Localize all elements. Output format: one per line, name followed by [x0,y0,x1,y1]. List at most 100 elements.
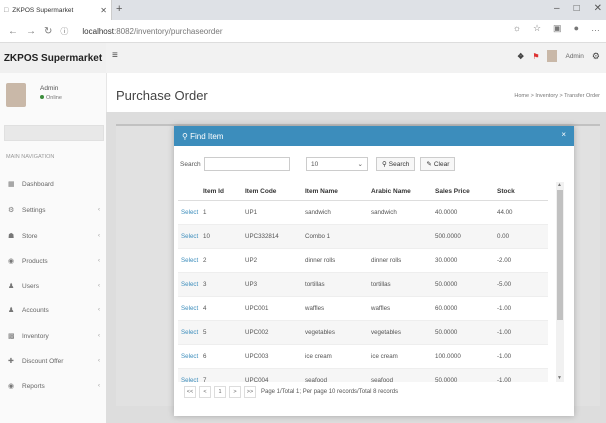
select-link[interactable]: Select [178,272,200,297]
notification-icon[interactable]: ❖ [517,52,524,61]
sidebar-item-label: Inventory [22,332,49,340]
online-status: Online [40,95,62,101]
page-title: Purchase Order [116,88,208,103]
cell-sales-price: 500.0000 [432,224,494,249]
page-size-select[interactable]: 10 ⌄ [306,157,368,171]
chevron-left-icon: ‹ [98,233,100,239]
table-header-row: Item Id Item Code Item Name Arabic Name … [178,182,548,201]
chevron-down-icon: ⌄ [357,161,363,168]
browser-toolbar-icons: ☼ ☆ ▣ ● … [513,23,600,34]
cell-item-code: UPC001 [242,296,302,321]
sidebar-item-dashboard[interactable]: ▦ Dashboard [8,180,100,189]
table-row: Select 2 UP2 dinner rolls dinner rolls 30.000… [178,248,548,273]
collections-icon[interactable]: ▣ [553,23,562,34]
select-link[interactable]: Select [178,368,200,382]
sidebar-item-store[interactable]: ☗ Store ‹ [8,232,100,241]
reload-icon[interactable]: ↻ [44,26,52,37]
col-header-arabic-name: Arabic Name [368,182,432,201]
more-icon[interactable]: … [591,23,600,34]
modal-header: ⚲ Find Item × [174,126,574,146]
scroll-down-icon[interactable]: ▼ [557,375,562,381]
sidebar-item-label: Users [22,282,39,290]
info-icon[interactable]: ⓘ [60,26,68,37]
sidebar-search-input[interactable] [4,125,104,141]
col-header-sales-price: Sales Price [432,182,494,201]
select-link[interactable]: Select [178,320,200,345]
app-logo[interactable]: ZKPOS Supermarket [0,43,106,73]
sidebar-item-label: Settings [22,206,46,214]
cell-sales-price: 50.0000 [432,320,494,345]
select-link[interactable]: Select [178,344,200,369]
chevron-left-icon: ‹ [98,307,100,313]
cell-arabic-name: dinner rolls [368,248,432,273]
first-page-button[interactable]: << [184,386,196,398]
back-icon[interactable]: ← [8,26,18,37]
table-row: Select 5 UPC002 vegetables vegetables 50.0000… [178,320,548,345]
sidebar-item-label: Store [22,232,38,240]
chevron-left-icon: ‹ [98,258,100,264]
close-icon[interactable]: × [561,130,566,139]
url-field[interactable]: localhost:8082/inventory/purchaseorder [82,27,222,36]
sidebar-item-accounts[interactable]: ♟ Accounts ‹ [8,306,100,315]
scrollbar-thumb[interactable] [557,190,563,320]
browser-tab[interactable]: □ ZKPOS Supermarket ✕ [0,0,112,20]
prev-page-button[interactable]: < [199,386,211,398]
cell-item-code: UPC004 [242,368,302,382]
scroll-up-icon[interactable]: ▲ [557,182,562,188]
cell-item-name: ice cream [302,344,368,369]
tab-title: ZKPOS Supermarket [12,6,74,14]
forward-icon[interactable]: → [26,26,36,37]
items-table: Item Id Item Code Item Name Arabic Name … [178,182,548,382]
select-link[interactable]: Select [178,296,200,321]
cell-item-id: 6 [200,344,242,369]
sidebar-item-discount-offer[interactable]: ✚ Discount Offer ‹ [8,357,100,366]
cell-sales-price: 40.0000 [432,200,494,225]
clear-button[interactable]: ✎ Clear [420,157,456,171]
close-window-icon[interactable]: ✕ [594,3,602,14]
profile-icon[interactable]: ● [574,23,579,34]
search-input[interactable] [204,157,290,171]
items-table-wrap: Item Id Item Code Item Name Arabic Name … [178,182,556,382]
sidebar-item-label: Dashboard [22,180,54,188]
table-row: Select 1 UP1 sandwich sandwich 40.0000 44.00 [178,200,548,225]
cell-arabic-name: seafood [368,368,432,382]
select-link[interactable]: Select [178,200,200,225]
last-page-button[interactable]: >> [244,386,256,398]
cell-sales-price: 50.0000 [432,368,494,382]
reports-icon: ◉ [8,383,15,390]
search-button[interactable]: ⚲ Search [376,157,416,171]
header-avatar[interactable] [547,50,558,62]
cell-sales-price: 60.0000 [432,296,494,321]
sidebar-item-users[interactable]: ♟ Users ‹ [8,282,100,291]
favorite-icon[interactable]: ☆ [533,23,541,34]
clear-button-label: Clear [433,160,450,168]
sidebar-item-inventory[interactable]: ▩ Inventory ‹ [8,332,100,341]
sidebar-item-products[interactable]: ◉ Products ‹ [8,257,100,266]
table-row: Select 3 UP3 tortillas tortillas 50.0000 -5.00 [178,272,548,297]
flag-icon[interactable]: ⚑ [532,52,539,61]
dashboard-icon: ▦ [8,181,15,188]
sidebar-item-label: Discount Offer [22,357,64,365]
select-link[interactable]: Select [178,248,200,273]
cell-item-id: 1 [200,200,242,225]
cell-item-id: 2 [200,248,242,273]
reader-icon[interactable]: ☼ [513,23,521,34]
settings-icon[interactable]: ⚙ [592,51,600,62]
col-header-action [178,182,200,201]
cell-sales-price: 30.0000 [432,248,494,273]
next-page-button[interactable]: > [229,386,241,398]
menu-toggle-icon[interactable]: ≡ [112,50,118,61]
page-number-button[interactable]: 1 [214,386,226,398]
minimize-icon[interactable]: – [554,3,560,14]
close-icon[interactable]: ✕ [100,6,107,15]
sidebar-item-reports[interactable]: ◉ Reports ‹ [8,382,100,391]
new-tab-button[interactable]: + [116,3,122,15]
cell-stock: -5.00 [494,272,548,297]
select-link[interactable]: Select [178,224,200,249]
cell-arabic-name: vegetables [368,320,432,345]
sidebar-item-settings[interactable]: ⚙ Settings ‹ [8,206,100,215]
cell-item-id: 4 [200,296,242,321]
cell-item-name: Combo 1 [302,224,368,249]
maximize-icon[interactable]: □ [574,3,580,14]
header-username[interactable]: Admin [565,53,583,60]
